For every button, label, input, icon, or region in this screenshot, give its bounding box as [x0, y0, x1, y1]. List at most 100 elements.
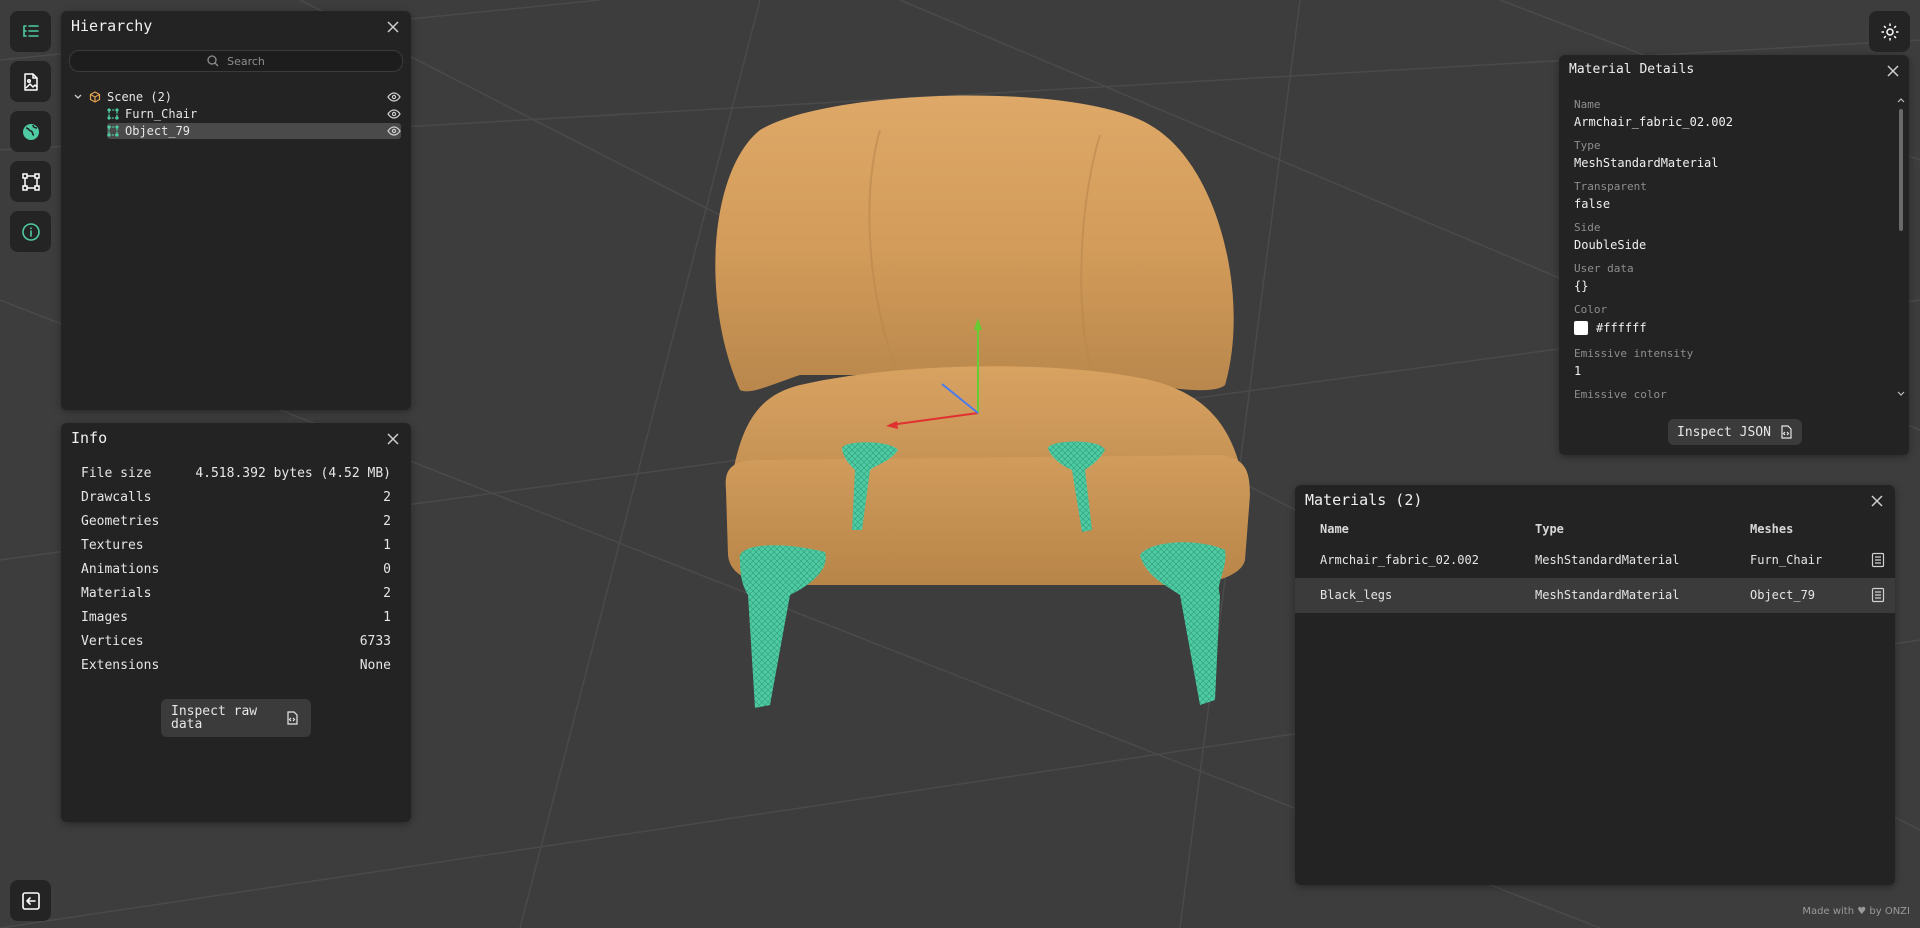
materials-title: Materials (2) — [1305, 491, 1423, 509]
info-value: 4.518.392 bytes (4.52 MB) — [195, 465, 391, 481]
cell-type: MeshStandardMaterial — [1535, 553, 1680, 567]
materials-panel: Materials (2) Name Type Meshes Armchair_… — [1295, 485, 1895, 885]
sidebar-hierarchy-button[interactable] — [10, 11, 51, 52]
hierarchy-search-input[interactable]: Search — [69, 50, 403, 72]
chevron-up-icon[interactable] — [1897, 97, 1905, 105]
field-label: User data — [1574, 262, 1634, 275]
column-header-name: Name — [1320, 522, 1349, 536]
chevron-down-icon[interactable] — [1897, 389, 1905, 397]
materials-close-button[interactable] — [1869, 493, 1885, 509]
info-row-extensions: Extensions None — [81, 655, 391, 675]
table-row[interactable]: Black_legs MeshStandardMaterial Object_7… — [1295, 578, 1895, 613]
button-label: Inspect raw data — [171, 704, 258, 732]
sidebar-file-button[interactable] — [10, 61, 51, 102]
footer-credit: Made with ♥ by ONZI — [1802, 906, 1910, 917]
field-label: Emissive color — [1574, 388, 1667, 401]
cell-name: Armchair_fabric_02.002 — [1320, 553, 1479, 567]
material-details-scroll-area[interactable]: Name Armchair_fabric_02.002 Type MeshSta… — [1559, 55, 1899, 412]
table-row[interactable]: Armchair_fabric_02.002 MeshStandardMater… — [1295, 543, 1895, 578]
info-value: 6733 — [359, 633, 391, 649]
info-row-vertices: Vertices 6733 — [81, 631, 391, 651]
field-label: Emissive intensity — [1574, 347, 1694, 360]
hierarchy-panel: Hierarchy Search Scene (2) Furn_Chair Ob… — [61, 11, 411, 410]
footer-prefix: Made with — [1802, 906, 1855, 917]
mesh-icon — [107, 108, 119, 120]
chevron-down-icon[interactable] — [73, 92, 83, 102]
tree-item-label: Furn_Chair — [125, 107, 198, 121]
field-value: MeshStandardMaterial — [1574, 156, 1719, 170]
info-value: 1 — [383, 609, 391, 625]
tree-item-furn-chair[interactable]: Furn_Chair — [107, 106, 401, 122]
document-icon[interactable] — [1871, 587, 1885, 603]
sidebar-info-button[interactable] — [10, 211, 51, 252]
materials-table-header: Name Type Meshes — [1295, 522, 1895, 542]
info-row-textures: Textures 1 — [81, 535, 391, 555]
close-icon — [1871, 495, 1883, 507]
field-value: 1 — [1574, 364, 1582, 378]
inspect-json-button[interactable]: Inspect JSON — [1668, 419, 1802, 445]
info-panel: Info File size 4.518.392 bytes (4.52 MB) … — [61, 423, 411, 822]
tree-item-object-79[interactable]: Object_79 — [107, 123, 401, 139]
footer-suffix: by ONZI — [1869, 906, 1910, 917]
field-value: false — [1574, 197, 1611, 211]
eye-icon[interactable] — [387, 124, 401, 138]
close-icon — [387, 433, 399, 445]
info-value: 2 — [383, 585, 391, 601]
field-value: #ffffff — [1596, 321, 1647, 335]
column-header-meshes: Meshes — [1750, 522, 1794, 536]
info-title: Info — [71, 429, 108, 447]
info-value: None — [359, 657, 391, 673]
field-label: Transparent — [1574, 180, 1647, 193]
eye-icon[interactable] — [387, 107, 401, 121]
exit-icon — [21, 891, 40, 910]
button-label: Inspect JSON — [1677, 424, 1771, 440]
search-icon — [207, 55, 219, 67]
transform-bounds-icon — [21, 172, 40, 191]
globe-icon — [22, 123, 39, 140]
inspect-raw-data-button[interactable]: Inspect raw data — [161, 699, 311, 737]
hierarchy-title: Hierarchy — [71, 17, 153, 35]
close-icon — [387, 21, 399, 33]
field-label: Name — [1574, 98, 1601, 111]
info-value: 0 — [383, 561, 391, 577]
settings-button[interactable] — [1869, 11, 1910, 52]
cell-meshes: Furn_Chair — [1750, 553, 1823, 567]
info-row-animations: Animations 0 — [81, 559, 391, 579]
sidebar-environment-button[interactable] — [10, 111, 51, 152]
field-label: Type — [1574, 139, 1601, 152]
field-value: DoubleSide — [1574, 238, 1647, 252]
scrollbar-thumb[interactable] — [1899, 109, 1903, 231]
info-icon — [21, 222, 40, 241]
armchair-model — [715, 95, 1250, 585]
material-details-panel: Material Details Name Armchair_fabric_02… — [1559, 55, 1909, 455]
cell-meshes: Object_79 — [1750, 588, 1816, 602]
hierarchy-close-button[interactable] — [385, 19, 401, 35]
info-row-images: Images 1 — [81, 607, 391, 627]
info-row-drawcalls: Drawcalls 2 — [81, 487, 391, 507]
info-label: Materials — [81, 585, 152, 601]
hierarchy-list-icon — [22, 24, 39, 37]
info-label: Extensions — [81, 657, 160, 673]
cell-name: Black_legs — [1320, 588, 1393, 602]
field-value: {} — [1574, 279, 1589, 293]
info-value: 2 — [383, 513, 391, 529]
document-icon[interactable] — [1871, 552, 1885, 568]
file-code-icon — [1781, 425, 1792, 439]
tree-item-scene[interactable]: Scene (2) — [73, 89, 401, 105]
sidebar-exit-button[interactable] — [10, 880, 51, 921]
tree-item-label: Object_79 — [125, 124, 191, 138]
cell-type: MeshStandardMaterial — [1535, 588, 1680, 602]
mesh-icon — [107, 125, 119, 137]
sidebar-transform-button[interactable] — [10, 161, 51, 202]
cube-icon — [89, 91, 101, 103]
field-label: Side — [1574, 221, 1601, 234]
scrollbar[interactable] — [1897, 97, 1905, 397]
info-label: Geometries — [81, 513, 160, 529]
eye-icon[interactable] — [387, 90, 401, 104]
heart-icon: ♥ — [1857, 906, 1867, 917]
info-label: File size — [81, 465, 152, 481]
info-close-button[interactable] — [385, 431, 401, 447]
color-swatch[interactable] — [1574, 321, 1588, 335]
field-value: Armchair_fabric_02.002 — [1574, 115, 1733, 129]
column-header-type: Type — [1535, 522, 1564, 536]
